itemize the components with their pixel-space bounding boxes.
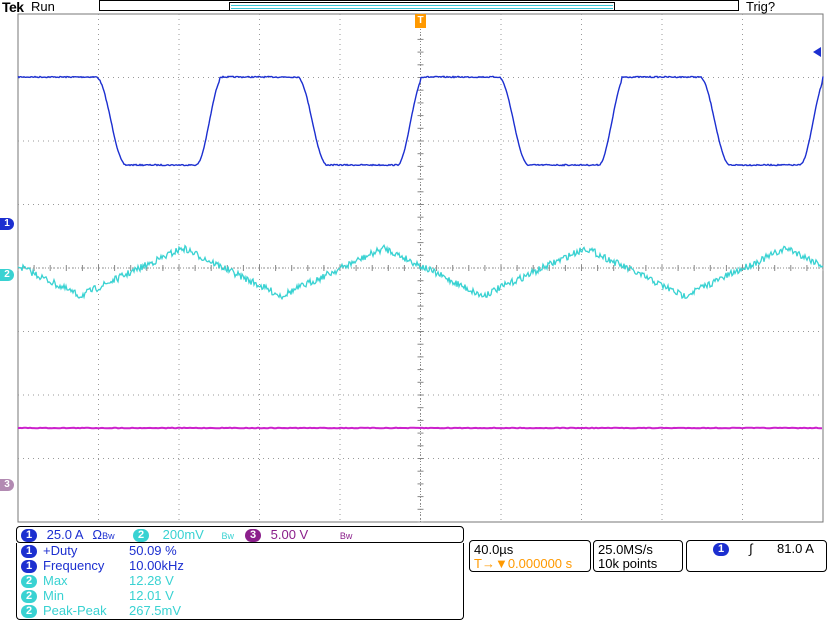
measurement-row[interactable]: 1 Frequency 10.00kHz (21, 558, 461, 574)
trigger-source-badge: 1 (713, 543, 729, 556)
measurement-source-badge: 2 (21, 590, 37, 604)
ohm-icon: Ω (92, 527, 103, 542)
bandwidth-limit-icon: Bw (339, 531, 353, 541)
record-window[interactable] (229, 2, 615, 11)
measurement-row[interactable]: 2 Min 12.01 V (21, 588, 461, 604)
ch2-scale[interactable]: 2 200mV Bw (133, 527, 234, 543)
trace-ch3 (17, 426, 823, 430)
measurement-name: Peak-Peak (43, 603, 107, 618)
record-window-fill (231, 5, 613, 9)
bandwidth-limit-icon: Bw (221, 531, 234, 541)
trigger-position-icon: T→▼ (474, 556, 508, 571)
measurement-value: 10.00kHz (129, 558, 184, 573)
trigger-position-value: 0.000000 s (507, 556, 573, 571)
measurements-panel: 1 +Duty 50.09 % 1 Frequency 10.00kHz 2 M… (16, 543, 464, 620)
measurement-name: Frequency (43, 558, 105, 573)
status-bar: Tek Run Trig? (0, 0, 827, 16)
ch1-scale[interactable]: 1 25.0 A ΩBw (21, 527, 115, 543)
ch2-badge: 2 (133, 529, 149, 543)
sample-rate: 25.0MS/s (598, 542, 653, 557)
measurement-source-badge: 2 (21, 575, 37, 589)
run-state[interactable]: Run (31, 0, 55, 14)
measurement-name: +Duty (43, 543, 78, 558)
record-length-bar[interactable] (99, 0, 739, 11)
measurement-source-badge: 1 (21, 560, 37, 574)
rising-edge-icon: ∫ (749, 541, 753, 556)
measurement-row[interactable]: 2 Peak-Peak 267.5mV (21, 603, 461, 619)
trigger-level-marker[interactable] (813, 47, 821, 57)
bandwidth-limit-icon: Bw (102, 531, 115, 541)
ch1-ground-marker[interactable]: 1 (0, 218, 14, 230)
measurement-value: 12.28 V (129, 573, 174, 588)
trigger-panel[interactable]: 1 ∫ 81.0 A (686, 540, 827, 572)
ch3-scale[interactable]: 3 5.00 V Bw (245, 527, 352, 543)
timebase-panel[interactable]: 40.0µs T→▼0.000000 s (469, 540, 591, 572)
ch1-scale-value: 25.0 A (46, 527, 83, 542)
channel-scale-panel: 1 25.0 A ΩBw 2 200mV Bw 3 5.00 V Bw (16, 526, 464, 543)
ch3-scale-value: 5.00 V (270, 527, 309, 542)
trigger-position-marker[interactable]: T (415, 14, 426, 28)
ch1-badge: 1 (21, 529, 37, 543)
measurement-name: Max (43, 573, 68, 588)
acquisition-panel[interactable]: 25.0MS/s 10k points (593, 540, 683, 572)
trigger-level: 81.0 A (777, 541, 814, 556)
ch2-ground-marker[interactable]: 2 (0, 269, 14, 281)
ch2-scale-value: 200mV (162, 527, 204, 542)
measurement-row[interactable]: 2 Max 12.28 V (21, 573, 461, 589)
measurement-source-badge: 2 (21, 605, 37, 619)
trigger-state: Trig? (746, 0, 776, 14)
horizontal-scale: 40.0µs (474, 542, 514, 557)
ch3-badge: 3 (245, 529, 261, 543)
measurement-name: Min (43, 588, 64, 603)
measurement-row[interactable]: 1 +Duty 50.09 % (21, 543, 461, 559)
waveform-display (17, 13, 824, 523)
record-length: 10k points (598, 556, 658, 571)
measurement-source-badge: 1 (21, 545, 37, 559)
measurement-value: 267.5mV (129, 603, 182, 618)
brand-logo: Tek (2, 0, 24, 15)
ch3-ground-marker[interactable]: 3 (0, 479, 14, 491)
measurement-value: 12.01 V (129, 588, 174, 603)
measurement-value: 50.09 % (129, 543, 177, 558)
